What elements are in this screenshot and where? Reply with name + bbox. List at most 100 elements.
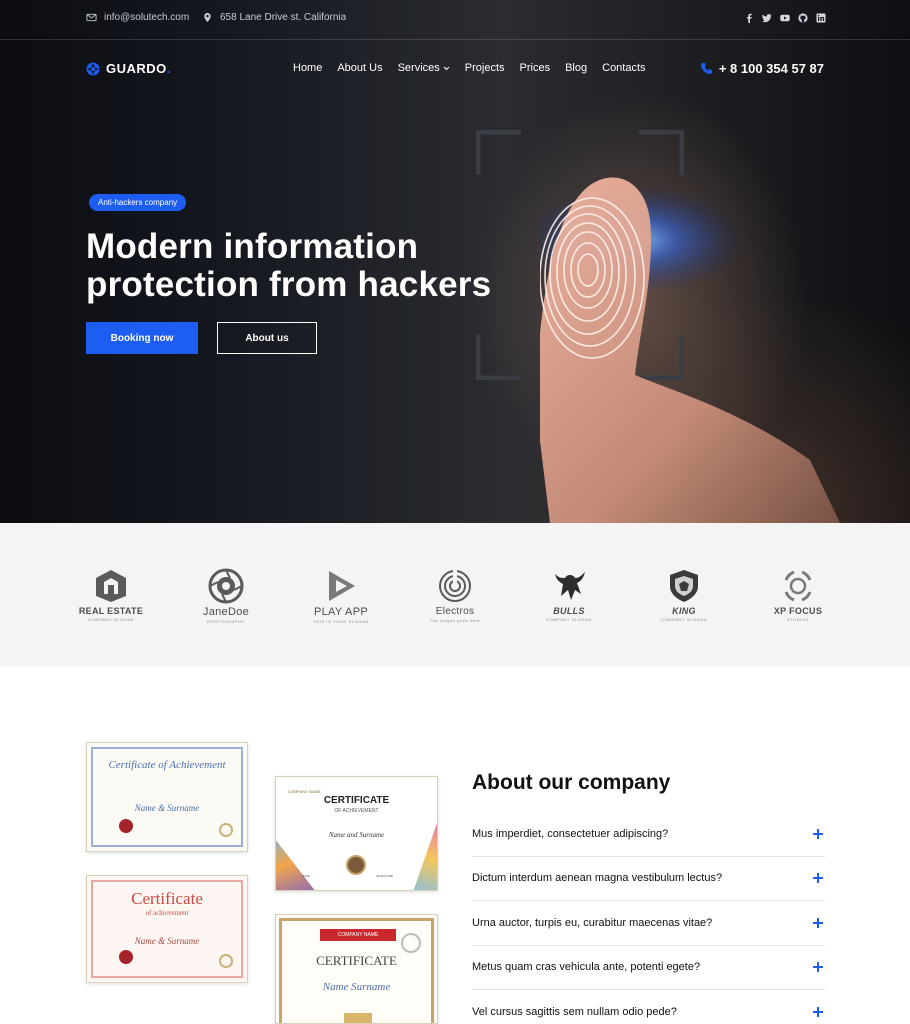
client-name: KING	[672, 606, 696, 616]
medal-icon	[346, 855, 366, 875]
envelope-icon	[86, 13, 97, 22]
certificate-heading: CERTIFICATE	[323, 795, 390, 806]
nav-blog-label: Blog	[565, 62, 588, 74]
certificate-heading: CERTIFICATE	[316, 953, 397, 968]
chevron-down-icon	[443, 66, 450, 70]
plus-icon[interactable]	[813, 828, 823, 839]
wax-seal-icon	[119, 950, 133, 964]
client-logo-bulls[interactable]: BULLS COMPANY SLOGAN	[524, 568, 614, 628]
certificate-image-1[interactable]: Certificate of Achievement Name & Surnam…	[86, 742, 248, 852]
client-name: Electros	[435, 606, 475, 617]
hero-title-line-2: protection from hackers	[86, 265, 492, 304]
client-slogan: COMPANY SLOGAN	[87, 617, 135, 622]
certificate-subheading: OF ACHIEVEMENT	[334, 808, 379, 814]
nav-contacts[interactable]: Contacts	[602, 62, 645, 74]
medal-icon	[401, 933, 421, 953]
main-navbar: GUARDO. Home About Us Services Projects …	[0, 40, 910, 98]
nav-prices[interactable]: Prices	[520, 62, 551, 74]
booking-now-button[interactable]: Booking now	[86, 322, 198, 354]
logo[interactable]: GUARDO.	[86, 61, 171, 76]
youtube-icon[interactable]	[780, 13, 790, 23]
faq-item[interactable]: Urna auctor, turpis eu, curabitur maecen…	[472, 901, 825, 946]
phone-contact[interactable]: + 8 100 354 57 87	[700, 61, 824, 76]
linkedin-icon[interactable]	[816, 13, 826, 23]
primary-nav: Home About Us Services Projects Prices B…	[293, 62, 646, 74]
client-name: JaneDoe	[202, 606, 250, 618]
bull-icon	[555, 572, 585, 600]
nav-projects-label: Projects	[464, 62, 505, 74]
topbar-email[interactable]: info@solutech.com	[86, 12, 189, 23]
wax-seal-icon	[119, 819, 133, 833]
client-name: REAL ESTATE	[78, 606, 144, 616]
client-slogan: PHOTOGRAPHY	[207, 619, 245, 624]
client-logo-real-estate[interactable]: REAL ESTATE COMPANY SLOGAN	[66, 568, 156, 628]
github-icon[interactable]	[798, 13, 808, 23]
faq-question: Vel cursus sagittis sem nullam odio pede…	[472, 1006, 677, 1019]
nav-services-label: Services	[397, 62, 440, 74]
hero-title: Modern information protection from hacke…	[86, 228, 546, 304]
phone-icon	[700, 63, 712, 74]
hero-title-line-1: Modern information	[86, 227, 419, 266]
nav-contacts-label: Contacts	[602, 62, 646, 74]
certificate-name: Name & Surname	[134, 803, 200, 813]
phone-number: + 8 100 354 57 87	[718, 61, 824, 76]
address-text: 658 Lane Drive st. California	[220, 12, 347, 23]
medal-icon	[219, 954, 233, 968]
certificate-image-4[interactable]: COMPANY NAME CERTIFICATE Name Surname	[275, 914, 438, 1024]
plus-icon[interactable]	[813, 1007, 823, 1018]
faq-question: Metus quam cras vehicula ante, potenti e…	[472, 961, 701, 974]
spiral-icon	[439, 570, 471, 602]
certificate-signature-label: SIGNATURE	[375, 874, 393, 878]
topbar-address: 658 Lane Drive st. California	[202, 12, 346, 23]
faq-item[interactable]: Mus imperdiet, consectetuer adipiscing?	[472, 812, 825, 857]
hero-badge: Anti-hackers company	[89, 194, 187, 211]
email-text: info@solutech.com	[104, 12, 190, 23]
client-logos-section: REAL ESTATE COMPANY SLOGAN JaneDoe PHOTO…	[0, 523, 910, 666]
plus-icon[interactable]	[813, 917, 823, 928]
certificate-subheading: of achievement	[145, 909, 189, 917]
certificate-ribbon: COMPANY NAME	[320, 929, 396, 941]
facebook-icon[interactable]	[744, 13, 754, 23]
nav-about-us-label: About Us	[337, 62, 383, 74]
nav-projects[interactable]: Projects	[465, 62, 505, 74]
map-pin-icon	[204, 12, 211, 23]
plus-icon[interactable]	[813, 873, 823, 884]
client-logo-electros[interactable]: Electros The slogan goes here	[410, 568, 500, 628]
about-us-button[interactable]: About us	[217, 322, 317, 354]
client-logo-janedoe[interactable]: JaneDoe PHOTOGRAPHY	[181, 568, 271, 628]
plus-icon[interactable]	[813, 962, 823, 973]
certificate-name: Name Surname	[322, 981, 391, 993]
certificate-image-2[interactable]: Certificate of achievement Name & Surnam…	[86, 875, 248, 983]
play-icon	[329, 571, 355, 601]
client-logo-xp-focus[interactable]: XP FOCUS STUDIOS	[753, 568, 843, 628]
top-bar: info@solutech.com 658 Lane Drive st. Cal…	[0, 0, 910, 40]
focus-ring-icon	[784, 570, 812, 602]
faq-item[interactable]: Metus quam cras vehicula ante, potenti e…	[472, 946, 825, 990]
nav-about-us[interactable]: About Us	[337, 62, 382, 74]
logo-text: GUARDO	[106, 61, 167, 76]
nav-blog[interactable]: Blog	[565, 62, 587, 74]
about-section-title: About our company	[472, 771, 671, 794]
certificate-date-label: DATE	[302, 874, 310, 878]
faq-item[interactable]: Vel cursus sagittis sem nullam odio pede…	[472, 990, 825, 1024]
faq-item[interactable]: Dictum interdum aenean magna vestibulum …	[472, 857, 825, 901]
certificate-name: Name and Surname	[328, 831, 385, 839]
twitter-icon[interactable]	[762, 13, 772, 23]
faq-question: Mus imperdiet, consectetuer adipiscing?	[472, 827, 669, 840]
nav-services[interactable]: Services	[398, 62, 450, 74]
client-slogan: STUDIOS	[787, 617, 809, 622]
faq-accordion: Mus imperdiet, consectetuer adipiscing? …	[472, 812, 825, 1024]
nav-home[interactable]: Home	[293, 62, 322, 74]
client-slogan: The slogan goes here	[429, 618, 481, 623]
certificate-image-3[interactable]: COMPANY NAME CERTIFICATE OF ACHIEVEMENT …	[275, 776, 438, 891]
client-logo-king[interactable]: KING COMPANY SLOGAN	[639, 568, 729, 628]
building-icon	[96, 570, 126, 602]
client-name: BULLS	[553, 606, 585, 616]
client-logo-play-app[interactable]: PLAY APP THIS IS YOUR SLOGAN	[296, 568, 386, 628]
lion-shield-icon	[670, 570, 698, 602]
nav-prices-label: Prices	[519, 62, 551, 74]
certificate-company: COMPANY NAME	[288, 789, 321, 794]
nav-home-label: Home	[293, 62, 323, 74]
certificate-name: Name & Surname	[134, 936, 200, 946]
client-name: PLAY APP	[314, 606, 368, 618]
